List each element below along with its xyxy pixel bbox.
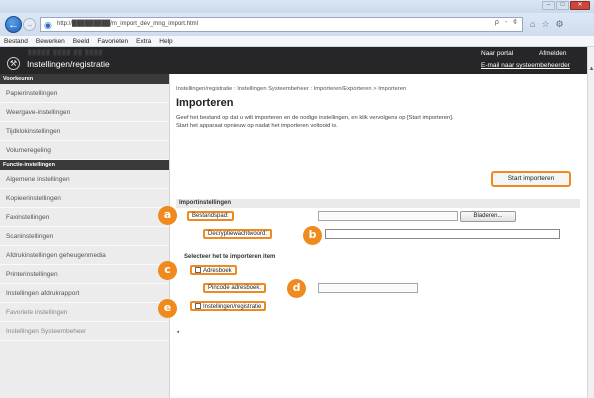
sidebar-item-copy[interactable]: Kopieerinstellingen: [0, 189, 169, 208]
callout-marker-c: c: [158, 261, 177, 280]
sidebar-item-timer[interactable]: Tijdklokinstellingen: [0, 122, 169, 141]
browser-title-bar: – □ ✕: [0, 0, 594, 13]
text-cursor-icon: ⋆: [176, 329, 181, 336]
sidebar-item-general[interactable]: Algemene instellingen: [0, 170, 169, 189]
addressbook-checkbox[interactable]: [195, 267, 201, 273]
settings-tools-icon: ⚒: [7, 57, 20, 70]
app-header: ▒▒▒▒▒ ▒▒▒▒ ▒▒ ▒▒▒▒ ⚒ Instellingen/regist…: [0, 47, 587, 74]
menu-help[interactable]: Help: [159, 36, 172, 46]
forward-arrow-icon[interactable]: →: [23, 18, 36, 31]
file-path-field[interactable]: [318, 211, 458, 221]
decrypt-password-field[interactable]: [325, 229, 560, 239]
sidebar-item-fax[interactable]: Faxinstellingen: [0, 208, 169, 227]
sidebar-item-memory-media[interactable]: Afdrukinstellingen geheugenmedia: [0, 246, 169, 265]
browse-button[interactable]: Bladeren...: [460, 211, 516, 222]
menu-beeld[interactable]: Beeld: [73, 36, 90, 46]
sidebar: Voorkeuren Papierinstellingen Weergave-i…: [0, 74, 170, 398]
callout-marker-e: e: [158, 299, 177, 318]
portal-link[interactable]: Naar portal: [481, 50, 513, 57]
page-description: Geef het bestand op dat u wilt importere…: [176, 114, 576, 130]
sidebar-section-preferences: Voorkeuren: [0, 74, 169, 84]
browser-toolbar-icons: ⌂ ☆ ⚙: [530, 19, 564, 30]
page-scrollbar[interactable]: ▲: [587, 47, 594, 398]
sidebar-item-paper[interactable]: Papierinstellingen: [0, 84, 169, 103]
tools-gear-icon[interactable]: ⚙: [556, 19, 564, 30]
settings-registration-option[interactable]: Instellingen/registratie: [190, 301, 267, 311]
page-title: Importeren: [176, 97, 234, 109]
sidebar-item-scan[interactable]: Scaninstellingen: [0, 227, 169, 246]
section-import-settings: Importinstellingen: [176, 199, 580, 208]
description-line-2: Start het apparaat opnieuw op nadat het …: [176, 123, 338, 129]
callout-marker-b: b: [303, 226, 322, 245]
addressbook-option[interactable]: Adresboek: [190, 265, 237, 275]
settings-registration-label: Instellingen/registratie: [203, 304, 262, 310]
sidebar-item-volume[interactable]: Volumeregeling: [0, 141, 169, 160]
url-tools[interactable]: ρ - ¢: [495, 19, 519, 26]
url-field[interactable]: ◉ http://█████████/m_import_dev_mng_impo…: [40, 17, 523, 32]
sidebar-section-functions: Functie-instellingen: [0, 160, 169, 170]
pin-addressbook-field[interactable]: [318, 283, 418, 293]
menu-extra[interactable]: Extra: [136, 36, 151, 46]
back-arrow-icon[interactable]: ←: [5, 16, 22, 33]
email-admin-link[interactable]: E-mail naar systeembeheerder: [481, 62, 570, 69]
settings-registration-checkbox[interactable]: [195, 303, 201, 309]
close-icon[interactable]: ✕: [570, 1, 590, 10]
breadcrumb: Instellingen/registratie : Instellingen …: [176, 86, 407, 92]
window-controls: – □ ✕: [542, 1, 590, 10]
device-name: ▒▒▒▒▒ ▒▒▒▒ ▒▒ ▒▒▒▒: [28, 50, 104, 56]
file-path-label: Bestandspad:: [187, 211, 234, 221]
address-bar-area: ← → ◉ http://█████████/m_import_dev_mng_…: [0, 13, 594, 36]
url-text: http://█████████/m_import_dev_mng_import…: [57, 21, 198, 27]
start-import-button[interactable]: Start importeren: [491, 171, 571, 187]
minimize-icon[interactable]: –: [542, 1, 555, 10]
decrypt-password-label: Decryptiewachtwoord:: [203, 229, 273, 239]
sidebar-item-report[interactable]: Instellingen afdrukrapport: [0, 284, 169, 303]
menu-favorieten[interactable]: Favorieten: [97, 36, 128, 46]
description-line-1: Geef het bestand op dat u wilt importere…: [176, 115, 454, 121]
menu-bewerken[interactable]: Bewerken: [36, 36, 65, 46]
maximize-icon[interactable]: □: [556, 1, 569, 10]
menu-bestand[interactable]: Bestand: [4, 36, 28, 46]
logout-link[interactable]: Afmelden: [539, 50, 566, 57]
sidebar-item-system-admin[interactable]: Instellingen Systeembeheer: [0, 322, 169, 341]
menu-bar: Bestand Bewerken Beeld Favorieten Extra …: [0, 36, 594, 47]
sidebar-item-favorites[interactable]: Favoriete instellingen: [0, 303, 169, 322]
scroll-up-icon[interactable]: ▲: [588, 65, 594, 73]
favorites-star-icon[interactable]: ☆: [541, 19, 549, 30]
sidebar-item-display[interactable]: Weergave-instellingen: [0, 103, 169, 122]
sidebar-item-printer[interactable]: Printerinstellingen: [0, 265, 169, 284]
app-title: Instellingen/registratie: [27, 59, 110, 69]
callout-marker-a: a: [158, 206, 177, 225]
section-select-items: Selecteer het te importeren item: [184, 254, 276, 260]
callout-marker-d: d: [287, 279, 306, 298]
pin-addressbook-label: Pincode adresboek:: [203, 283, 267, 293]
addressbook-label: Adresboek: [203, 268, 232, 274]
home-icon[interactable]: ⌂: [530, 19, 535, 30]
main-content: Instellingen/registratie : Instellingen …: [170, 74, 587, 398]
ie-page-icon: ◉: [44, 20, 52, 30]
